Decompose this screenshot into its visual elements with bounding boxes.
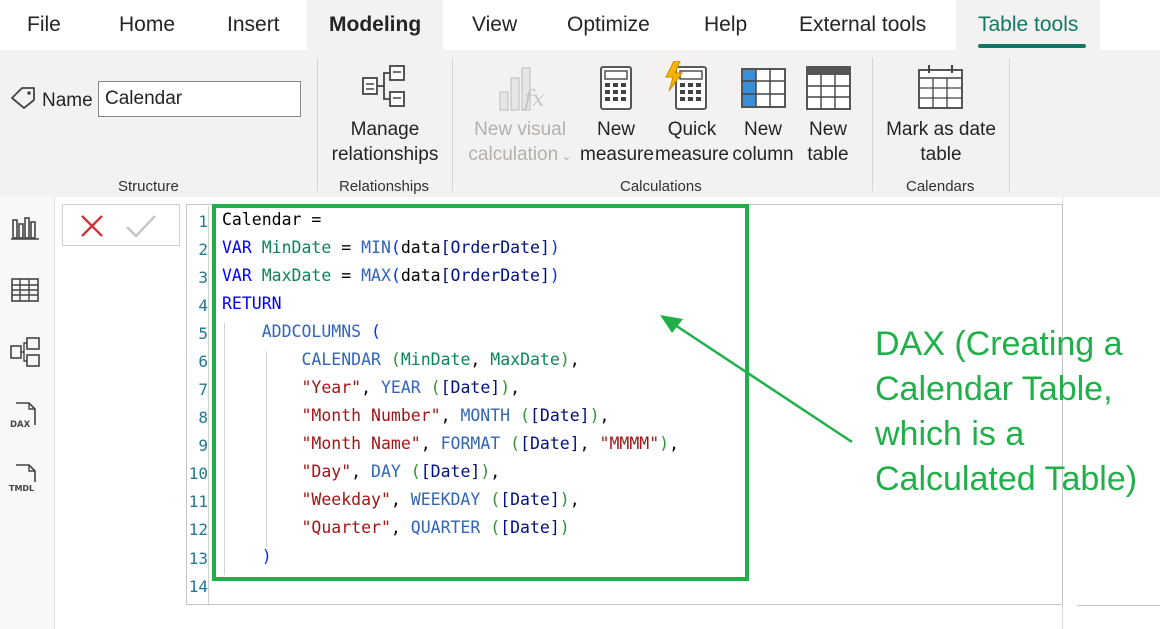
svg-text:fx: fx — [522, 87, 545, 112]
line-number: 10 — [188, 464, 208, 483]
model-view-icon[interactable] — [9, 336, 41, 368]
group-label-relationships: Relationships — [339, 178, 430, 195]
line-number: 6 — [198, 352, 208, 371]
mark-as-date-table-button[interactable]: Mark as date table — [880, 117, 1002, 167]
name-label: Name — [42, 90, 93, 111]
group-separator — [452, 58, 453, 191]
new-column-label-1: New — [743, 119, 782, 140]
quick-measure-icon — [665, 61, 707, 110]
group-label-calendars: Calendars — [906, 178, 975, 195]
new-measure-label-2: measure — [580, 144, 654, 165]
menu-table-tools[interactable]: Table tools — [956, 0, 1101, 50]
new-visual-calculation-button[interactable]: New visual calculation ⌄ — [466, 117, 574, 169]
manage-relationships-icon — [362, 65, 405, 107]
group-separator — [1009, 58, 1010, 191]
line-number: 4 — [198, 296, 208, 315]
new-visual-calculation-label-1: New visual — [474, 119, 566, 140]
line-number: 7 — [198, 380, 208, 399]
group-separator — [872, 58, 873, 191]
manage-relationships-label-1: Manage — [350, 119, 420, 140]
line-number: 1 — [198, 212, 208, 231]
annotation-text: DAX (Creating a Calendar Table, which is… — [875, 325, 1138, 498]
line-number: 11 — [188, 492, 208, 511]
menu-help[interactable]: Help — [704, 0, 747, 50]
cancel-formula-icon[interactable] — [79, 213, 105, 239]
tmdl-view-icon[interactable]: TMDL — [9, 462, 41, 494]
calendar-table-icon — [918, 65, 963, 109]
group-separator — [317, 58, 318, 191]
manage-relationships-label-2: relationships — [331, 144, 439, 165]
dax-view-label: DAX — [10, 420, 31, 430]
line-number: 14 — [188, 577, 208, 596]
tmdl-view-label: TMDL — [9, 484, 34, 493]
new-column-button[interactable]: New column — [730, 117, 796, 167]
menu-view[interactable]: View — [472, 0, 517, 50]
active-tab-indicator — [978, 44, 1086, 48]
new-table-label-2: table — [807, 144, 849, 165]
chevron-down-icon: ⌄ — [558, 149, 572, 163]
mark-as-date-table-label-1: Mark as date — [886, 119, 996, 140]
editor-gutter-divider — [208, 206, 209, 604]
group-label-structure: Structure — [118, 178, 179, 195]
line-number: 8 — [198, 408, 208, 427]
line-number: 12 — [188, 520, 208, 539]
line-number: 9 — [198, 436, 208, 455]
line-number: 3 — [198, 268, 208, 287]
dax-query-view-icon[interactable]: DAX — [9, 400, 41, 432]
new-measure-calculator-icon — [600, 66, 632, 110]
new-visual-calculation-label-2: calculation ⌄ — [468, 144, 572, 165]
report-view-icon[interactable] — [9, 212, 41, 244]
menu-modeling[interactable]: Modeling — [307, 0, 444, 50]
group-label-calculations: Calculations — [620, 178, 702, 195]
table-name-input[interactable] — [98, 81, 301, 117]
new-table-icon — [806, 66, 851, 110]
commit-formula-icon[interactable] — [125, 213, 157, 239]
manage-relationships-button[interactable]: Manage relationships — [330, 117, 440, 167]
code-highlight-box — [212, 204, 749, 581]
tag-icon — [11, 87, 35, 109]
quick-measure-label-1: Quick — [667, 119, 717, 140]
formula-commit-controls — [62, 204, 180, 246]
new-measure-button[interactable]: New measure — [580, 117, 654, 167]
menu-home[interactable]: Home — [119, 0, 175, 50]
new-table-button[interactable]: New table — [800, 117, 856, 167]
quick-measure-button[interactable]: Quick measure — [653, 117, 731, 167]
menu-file[interactable]: File — [27, 0, 61, 50]
quick-measure-label-2: measure — [655, 144, 729, 165]
menu-insert[interactable]: Insert — [227, 0, 280, 50]
new-column-icon — [741, 68, 786, 108]
menu-external-tools[interactable]: External tools — [799, 0, 926, 50]
line-number: 13 — [188, 549, 208, 568]
table-view-icon[interactable] — [9, 274, 41, 306]
new-measure-label-1: New — [596, 119, 635, 140]
mark-as-date-table-label-2: table — [920, 144, 962, 165]
line-number: 2 — [198, 240, 208, 259]
new-visual-calculation-icon: fx — [499, 67, 545, 112]
new-column-label-2: column — [732, 144, 794, 165]
line-number: 5 — [198, 324, 208, 343]
menu-bar: File Home Insert Modeling View Optimize … — [0, 0, 1160, 50]
new-table-label-1: New — [808, 119, 847, 140]
menu-optimize[interactable]: Optimize — [567, 0, 650, 50]
